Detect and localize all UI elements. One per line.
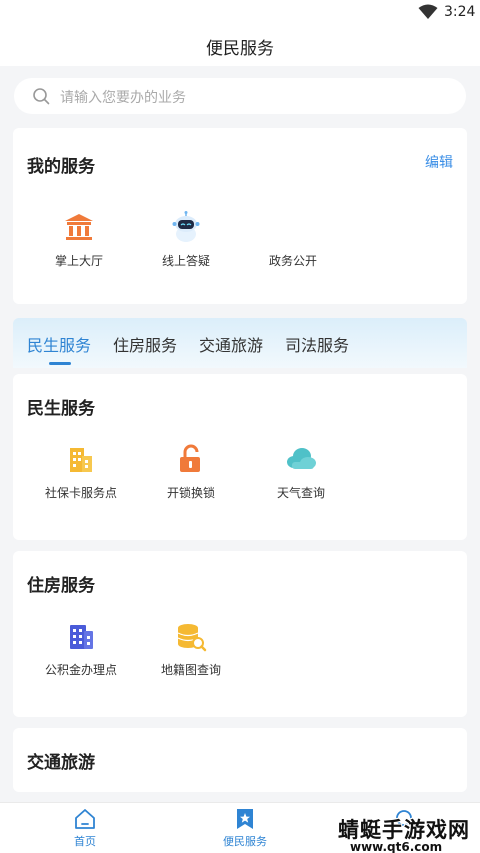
tab-housing[interactable]: 住房服务	[113, 332, 177, 356]
section-transport: 交通旅游	[13, 728, 467, 792]
my-services-card: 我的服务 编辑 掌上大厅 线上答疑 政务公开	[13, 128, 467, 304]
tab-judicial[interactable]: 司法服务	[285, 332, 349, 356]
cloud-icon	[287, 448, 316, 469]
office-building-icon	[70, 625, 93, 649]
section-title: 住房服务	[27, 576, 95, 596]
watermark: 蜻蜓手游戏网 www.qt6.com	[338, 814, 478, 853]
edit-button[interactable]: 编辑	[425, 152, 453, 172]
star-bookmark-icon	[237, 809, 253, 829]
section-title: 交通旅游	[27, 753, 95, 773]
service-item-palm-hall[interactable]: 掌上大厅	[19, 210, 139, 269]
section-livelihood: 民生服务 社保卡服务点 开锁换锁 天气查询	[13, 374, 467, 540]
home-icon	[75, 809, 95, 829]
robot-icon	[172, 211, 200, 242]
service-item-gov-affairs[interactable]: 政务公开	[233, 210, 353, 269]
search-area: 请输入您要办的业务	[0, 66, 480, 122]
service-label: 社保卡服务点	[44, 486, 117, 500]
category-tabs: 民生服务 住房服务 交通旅游 司法服务	[13, 318, 467, 368]
wifi-icon	[418, 4, 438, 19]
service-item-weather[interactable]: 天气查询	[241, 442, 361, 501]
app-header: 便民服务	[0, 26, 480, 66]
gov-affairs-icon	[276, 210, 310, 244]
status-bar: 3:24	[0, 0, 480, 26]
my-services-title: 我的服务	[27, 157, 95, 177]
service-label: 开锁换锁	[166, 486, 215, 500]
nav-home[interactable]: 首页	[40, 807, 130, 849]
status-time: 3:24	[444, 4, 476, 20]
tab-livelihood[interactable]: 民生服务	[27, 332, 91, 356]
service-item-locksmith[interactable]: 开锁换锁	[131, 442, 251, 501]
service-label: 政务公开	[268, 254, 317, 268]
service-label: 天气查询	[276, 486, 325, 500]
search-placeholder: 请输入您要办的业务	[60, 90, 186, 106]
service-label: 地籍图查询	[160, 663, 221, 677]
search-icon	[33, 88, 50, 105]
nav-convenience-services[interactable]: 便民服务	[200, 807, 290, 849]
government-hall-icon	[65, 214, 93, 240]
nav-label: 首页	[74, 835, 96, 848]
building-icon	[70, 448, 92, 472]
service-label: 线上答疑	[161, 254, 210, 268]
service-label: 公积金办理点	[44, 663, 117, 677]
service-label: 掌上大厅	[54, 254, 103, 268]
section-housing: 住房服务 公积金办理点 地籍图查询	[13, 551, 467, 717]
service-item-online-qa[interactable]: 线上答疑	[126, 210, 246, 269]
coin-stack-search-icon	[177, 624, 207, 652]
service-item-social-security[interactable]: 社保卡服务点	[21, 442, 141, 501]
watermark-url: www.qt6.com	[350, 840, 443, 853]
active-tab-indicator	[49, 362, 71, 365]
search-input[interactable]: 请输入您要办的业务	[14, 78, 466, 114]
page-title: 便民服务	[206, 39, 274, 59]
service-item-cadastral-map[interactable]: 地籍图查询	[131, 619, 251, 678]
unlock-icon	[180, 444, 200, 472]
nav-label: 便民服务	[223, 835, 267, 848]
section-title: 民生服务	[27, 399, 95, 419]
service-item-housing-fund[interactable]: 公积金办理点	[21, 619, 141, 678]
tab-transport[interactable]: 交通旅游	[199, 332, 263, 356]
